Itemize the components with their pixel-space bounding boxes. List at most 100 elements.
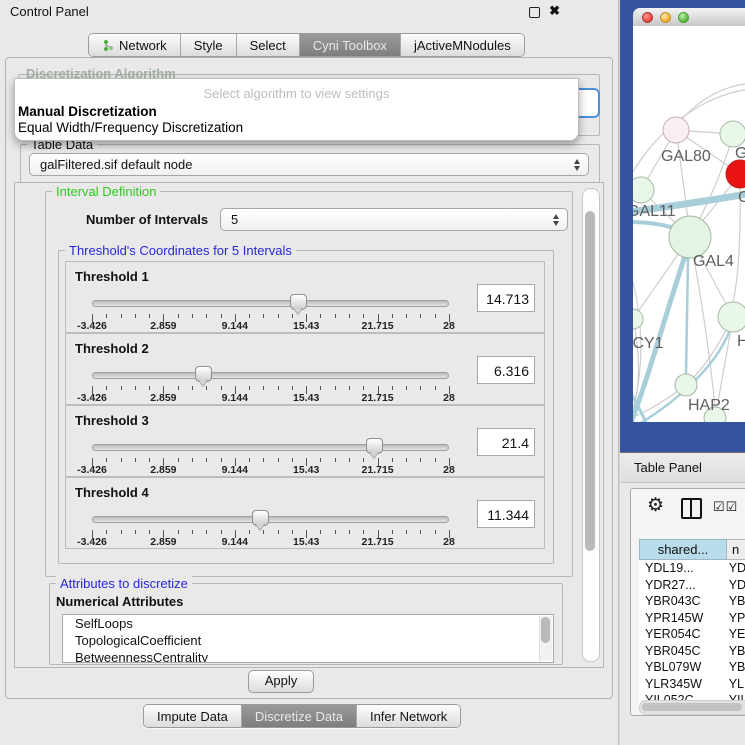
spinner-icon <box>574 159 581 171</box>
select-columns-icon[interactable]: ☑☑ <box>713 499 738 515</box>
list-item[interactable]: TopologicalCoefficient <box>63 632 553 649</box>
threshold-value-field[interactable]: 6.316 <box>477 356 535 384</box>
list-scrollbar-thumb[interactable] <box>541 617 550 643</box>
slider-handle[interactable] <box>252 510 269 526</box>
threshold-value-field[interactable]: 14.713 <box>477 284 535 312</box>
algorithm-dropdown-popup: Select algorithm to view settings Manual… <box>14 78 579 141</box>
table-data-combobox[interactable]: galFiltered.sif default node <box>29 153 589 176</box>
node-gal80[interactable] <box>663 117 689 143</box>
node-label: HAP2 <box>688 397 730 414</box>
minimize-traffic-light-icon[interactable] <box>660 12 671 23</box>
vertical-scrollbar-thumb[interactable] <box>585 211 595 551</box>
table-cell[interactable]: YBR0 <box>725 643 745 660</box>
table-row[interactable]: YDR27...YDR2 <box>639 577 745 594</box>
tab-cyni-toolbox[interactable]: Cyni Toolbox <box>300 34 401 56</box>
apply-button[interactable]: Apply <box>248 670 314 693</box>
node-selected-red[interactable] <box>726 160 745 188</box>
gear-icon[interactable]: ⚙ <box>647 496 664 515</box>
table-header-row: shared... n <box>639 539 745 560</box>
table-cell[interactable]: YDR2 <box>725 577 745 594</box>
table-row[interactable]: YPR145WYPR1 <box>639 610 745 627</box>
list-scrollbar[interactable] <box>539 616 552 661</box>
column-header-shared-name[interactable]: shared... <box>639 539 727 560</box>
threshold-slider[interactable] <box>92 295 449 315</box>
column-layout-icon[interactable] <box>681 498 702 519</box>
table-cell[interactable]: YLR3 <box>725 676 745 693</box>
tab-network[interactable]: Network <box>89 34 181 56</box>
table-row[interactable]: YDL19...YDL1 <box>639 560 745 577</box>
slider-track[interactable] <box>92 300 449 307</box>
network-view-window[interactable]: GAL80 G C GAL11 GAL4 GCY1 H HAP2 <box>620 0 745 452</box>
table-row[interactable]: YBR045CYBR0 <box>639 643 745 660</box>
numerical-attributes-list[interactable]: SelfLoops TopologicalCoefficient Between… <box>62 614 554 663</box>
threshold-label: Threshold 3 <box>75 413 149 428</box>
table-row[interactable]: YLR345WYLR3 <box>639 676 745 693</box>
table-cell[interactable]: YBR0 <box>725 593 745 610</box>
node-hap2[interactable] <box>675 374 697 396</box>
threshold-1-block: Threshold 1 -3.4262.8599.14415.4321.7152… <box>65 261 545 333</box>
tab-select[interactable]: Select <box>237 34 300 56</box>
threshold-slider[interactable] <box>92 367 449 387</box>
tab-infer-network[interactable]: Infer Network <box>357 705 460 727</box>
table-cell[interactable]: YBL0 <box>725 659 745 676</box>
node-gcy1[interactable] <box>633 309 643 329</box>
table-cell[interactable]: YDL1 <box>725 560 745 577</box>
table-cell[interactable]: YDL19... <box>639 560 725 577</box>
spinner-icon <box>553 214 560 226</box>
threshold-slider[interactable] <box>92 511 449 531</box>
node-gal11[interactable] <box>633 177 654 203</box>
table-cell[interactable]: YER0 <box>725 626 745 643</box>
dropdown-option-manual[interactable]: Manual Discretization <box>18 104 157 119</box>
dropdown-option-equal-width[interactable]: Equal Width/Frequency Discretization <box>18 120 243 135</box>
network-graph[interactable]: GAL80 G C GAL11 GAL4 GCY1 H HAP2 <box>633 26 745 422</box>
table-cell[interactable]: YER054C <box>639 626 725 643</box>
horizontal-scrollbar[interactable] <box>639 700 745 715</box>
table-row[interactable]: YER054CYER0 <box>639 626 745 643</box>
table-cell[interactable]: YBR045C <box>639 643 725 660</box>
tab-jactivemnodules[interactable]: jActiveMNodules <box>401 34 524 56</box>
tab-impute-data[interactable]: Impute Data <box>144 705 242 727</box>
number-of-intervals-combobox[interactable]: 5 <box>220 208 568 231</box>
threshold-4-block: Threshold 4 -3.4262.8599.14415.4321.7152… <box>65 477 545 549</box>
threshold-value-field[interactable]: 11.344 <box>477 500 535 528</box>
threshold-slider[interactable] <box>92 439 449 459</box>
cyni-toolbox-panel: Discretization Algorithm Table Data galF… <box>5 57 613 699</box>
tab-style[interactable]: Style <box>181 34 237 56</box>
column-header-name[interactable]: n <box>727 539 745 560</box>
table-cell[interactable]: YPR145W <box>639 610 725 627</box>
node-gal4[interactable] <box>669 216 711 258</box>
close-traffic-light-icon[interactable] <box>642 12 653 23</box>
panel-title: Control Panel <box>10 4 89 19</box>
network-canvas[interactable]: GAL80 G C GAL11 GAL4 GCY1 H HAP2 <box>633 26 745 422</box>
table-cell[interactable]: YPR1 <box>725 610 745 627</box>
table-row[interactable]: YBR043CYBR0 <box>639 593 745 610</box>
zoom-traffic-light-icon[interactable] <box>678 12 689 23</box>
control-panel-window: Control Panel ✖ Network Style Select Cyn… <box>0 0 619 745</box>
horizontal-scrollbar-thumb[interactable] <box>642 703 742 711</box>
list-item[interactable]: BetweennessCentrality <box>63 649 553 663</box>
close-icon[interactable]: ✖ <box>549 3 560 19</box>
float-window-icon[interactable] <box>529 7 540 18</box>
table-cell[interactable]: YDR27... <box>639 577 725 594</box>
list-item[interactable]: SelfLoops <box>63 615 553 632</box>
node-label: GAL80 <box>661 148 711 165</box>
threshold-value-field[interactable]: 21.4 <box>477 428 535 456</box>
table-cell[interactable]: YBL079W <box>639 659 725 676</box>
table-cell[interactable]: YBR043C <box>639 593 725 610</box>
interval-definition-label: Interval Definition <box>52 184 160 199</box>
network-window-titlebar[interactable] <box>633 8 745 27</box>
node-partial-top-right[interactable] <box>720 121 745 147</box>
tab-discretize-data[interactable]: Discretize Data <box>242 705 357 727</box>
slider-track[interactable] <box>92 516 449 523</box>
slider-handle[interactable] <box>366 438 383 454</box>
vertical-scrollbar[interactable] <box>582 188 600 662</box>
slider-handle[interactable] <box>290 294 307 310</box>
slider-track[interactable] <box>92 372 449 379</box>
slider-track[interactable] <box>92 444 449 451</box>
node-partial-low-right[interactable] <box>718 302 745 332</box>
threshold-label: Threshold 1 <box>75 269 149 284</box>
dropdown-hint: Select algorithm to view settings <box>15 86 578 101</box>
table-cell[interactable]: YLR345W <box>639 676 725 693</box>
slider-handle[interactable] <box>195 366 212 382</box>
table-row[interactable]: YBL079WYBL0 <box>639 659 745 676</box>
